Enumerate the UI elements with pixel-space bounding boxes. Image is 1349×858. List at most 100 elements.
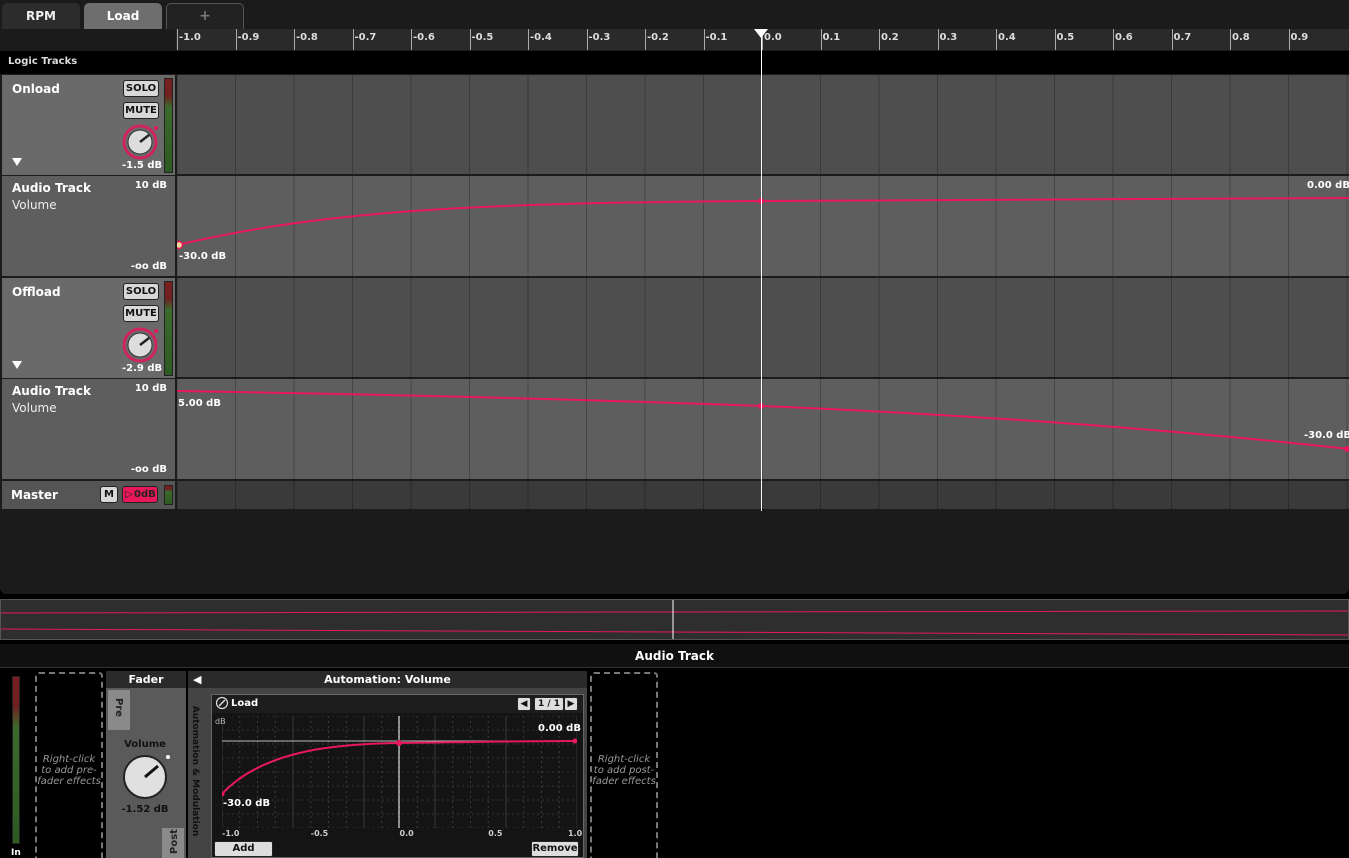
prev-page-button[interactable]: ◀ <box>517 697 531 711</box>
ruler-tick-label: 0.9 <box>1290 32 1309 43</box>
collapse-arrow-icon[interactable]: ◀ <box>193 671 201 688</box>
logic-tracks-bar <box>0 51 1349 74</box>
mini-x-tick-label: 0.0 <box>399 829 414 838</box>
logic-tracks-label: Logic Tracks <box>8 56 78 67</box>
end-value-label: -30.0 dB <box>1304 430 1349 441</box>
mini-x-tick-label: 0.5 <box>488 829 503 838</box>
next-page-button[interactable]: ▶ <box>564 697 578 711</box>
pre-tab[interactable]: Pre <box>108 690 130 730</box>
ruler-tick <box>235 29 237 50</box>
track-header-master[interactable]: Master M ▷ 0dB <box>2 481 175 509</box>
ruler-tick <box>294 29 295 50</box>
master-volume-slider[interactable]: ▷ 0dB <box>122 486 158 503</box>
ruler-tick <box>1113 29 1114 50</box>
track-header-offload[interactable]: Offload SOLO MUTE -2.9 dB <box>2 278 175 378</box>
level-meter <box>164 78 173 173</box>
inspector-title: Audio Track <box>0 644 1349 668</box>
fader-title: Fader <box>106 671 186 688</box>
solo-button[interactable]: SOLO <box>123 80 159 97</box>
range-top: 10 dB <box>134 180 167 191</box>
gain-value: -2.9 dB <box>122 363 163 374</box>
playhead-marker-icon[interactable] <box>754 29 768 38</box>
playhead[interactable] <box>761 29 762 511</box>
ruler-tick <box>703 29 705 50</box>
mini-x-tick-label: 1.0 <box>568 829 583 838</box>
volume-knob[interactable] <box>121 753 173 801</box>
pre-fx-hint: Right-click to add pre-fader effects <box>37 754 101 787</box>
mini-end-value: 0.00 dB <box>538 723 581 734</box>
curve-start-point <box>177 240 184 250</box>
post-fader-effects-slot[interactable]: Right-click to add post-fader effects <box>590 672 658 858</box>
play-icon: ▷ <box>125 489 133 500</box>
ruler-tick <box>411 29 412 50</box>
ruler-tick-label: -1.0 <box>179 32 201 43</box>
add-tab-button[interactable]: + <box>166 3 244 29</box>
mute-button[interactable]: MUTE <box>123 305 159 322</box>
ruler-tick <box>645 29 646 50</box>
ruler-tick <box>586 29 588 50</box>
track-header-onload[interactable]: Onload SOLO MUTE -1.5 dB <box>2 75 175 175</box>
mini-curve-plot[interactable] <box>222 716 577 828</box>
expand-arrow-icon[interactable] <box>12 158 22 166</box>
ruler-tick-label: 0.2 <box>881 32 899 43</box>
ruler-tick <box>937 29 939 50</box>
post-tab[interactable]: Post <box>162 828 184 858</box>
expand-arrow-icon[interactable] <box>12 361 22 369</box>
ruler-tick-label: 0.1 <box>822 32 841 43</box>
ruler-tick <box>1288 29 1290 50</box>
overview-strip[interactable] <box>0 599 1349 640</box>
ruler-tick <box>820 29 822 50</box>
ruler-tick-label: 0.8 <box>1232 32 1250 43</box>
automation-overlay[interactable] <box>177 75 1349 510</box>
ruler-tick-label: 0.7 <box>1173 32 1192 43</box>
ruler-tick <box>1054 29 1056 50</box>
tab-rpm[interactable]: RPM <box>2 3 80 29</box>
ruler-tick-label: -0.8 <box>296 32 318 43</box>
ruler-tick-label: -0.6 <box>413 32 435 43</box>
ruler-tick <box>177 29 178 50</box>
ruler-tick <box>469 29 471 50</box>
page-indicator: 1 / 1 <box>534 697 564 711</box>
mute-button[interactable]: MUTE <box>123 102 159 119</box>
ruler-tick-label: 0.5 <box>1056 32 1075 43</box>
curve-icon[interactable] <box>215 696 229 710</box>
curve-name: Load <box>231 698 259 709</box>
level-meter <box>164 281 173 376</box>
ruler-tick <box>352 29 354 50</box>
volume-label: Volume <box>124 739 166 750</box>
solo-button[interactable]: SOLO <box>123 283 159 300</box>
curve-end-point <box>1344 446 1349 452</box>
ruler-tick-label: -0.5 <box>471 32 494 43</box>
range-top: 10 dB <box>134 383 167 394</box>
tab-load[interactable]: Load <box>84 3 162 29</box>
track-header-onload-audio[interactable]: Audio Track Volume 10 dB -oo dB <box>2 176 175 276</box>
gain-knob[interactable] <box>121 326 159 364</box>
track-name: Offload <box>12 285 61 299</box>
ruler-tick <box>528 29 529 50</box>
range-bottom: -oo dB <box>130 261 167 272</box>
pre-fader-effects-slot[interactable]: Right-click to add pre-fader effects <box>35 672 103 858</box>
ruler-tick-label: -0.9 <box>237 32 260 43</box>
ruler-tick <box>1171 29 1173 50</box>
track-header-offload-audio[interactable]: Audio Track Volume 10 dB -oo dB <box>2 379 175 479</box>
track-name: Audio Track <box>12 384 91 398</box>
ruler-tick-label: 0.3 <box>939 32 958 43</box>
ruler-tick-label: -0.4 <box>530 32 552 43</box>
master-mute-button[interactable]: M <box>100 486 118 503</box>
ruler-tick-label: -0.3 <box>588 32 611 43</box>
ruler-tick <box>1230 29 1231 50</box>
start-value-label: -30.0 dB <box>179 251 227 262</box>
start-value-label: 5.00 dB <box>178 398 221 409</box>
remove-button[interactable]: Remove <box>531 841 579 857</box>
automation-param: Volume <box>12 401 57 415</box>
ruler-tick-label: -0.7 <box>354 32 377 43</box>
end-value-label: 0.00 dB <box>1307 180 1349 191</box>
track-name: Onload <box>12 82 60 96</box>
automation-param: Volume <box>12 198 57 212</box>
gain-knob[interactable] <box>121 123 159 161</box>
ruler-tick-label: -0.2 <box>647 32 669 43</box>
input-level-meter <box>12 676 20 844</box>
add-curve-button[interactable]: Add Curve <box>214 841 273 858</box>
ruler-tick <box>996 29 997 50</box>
volume-value: -1.52 dB <box>121 804 169 815</box>
